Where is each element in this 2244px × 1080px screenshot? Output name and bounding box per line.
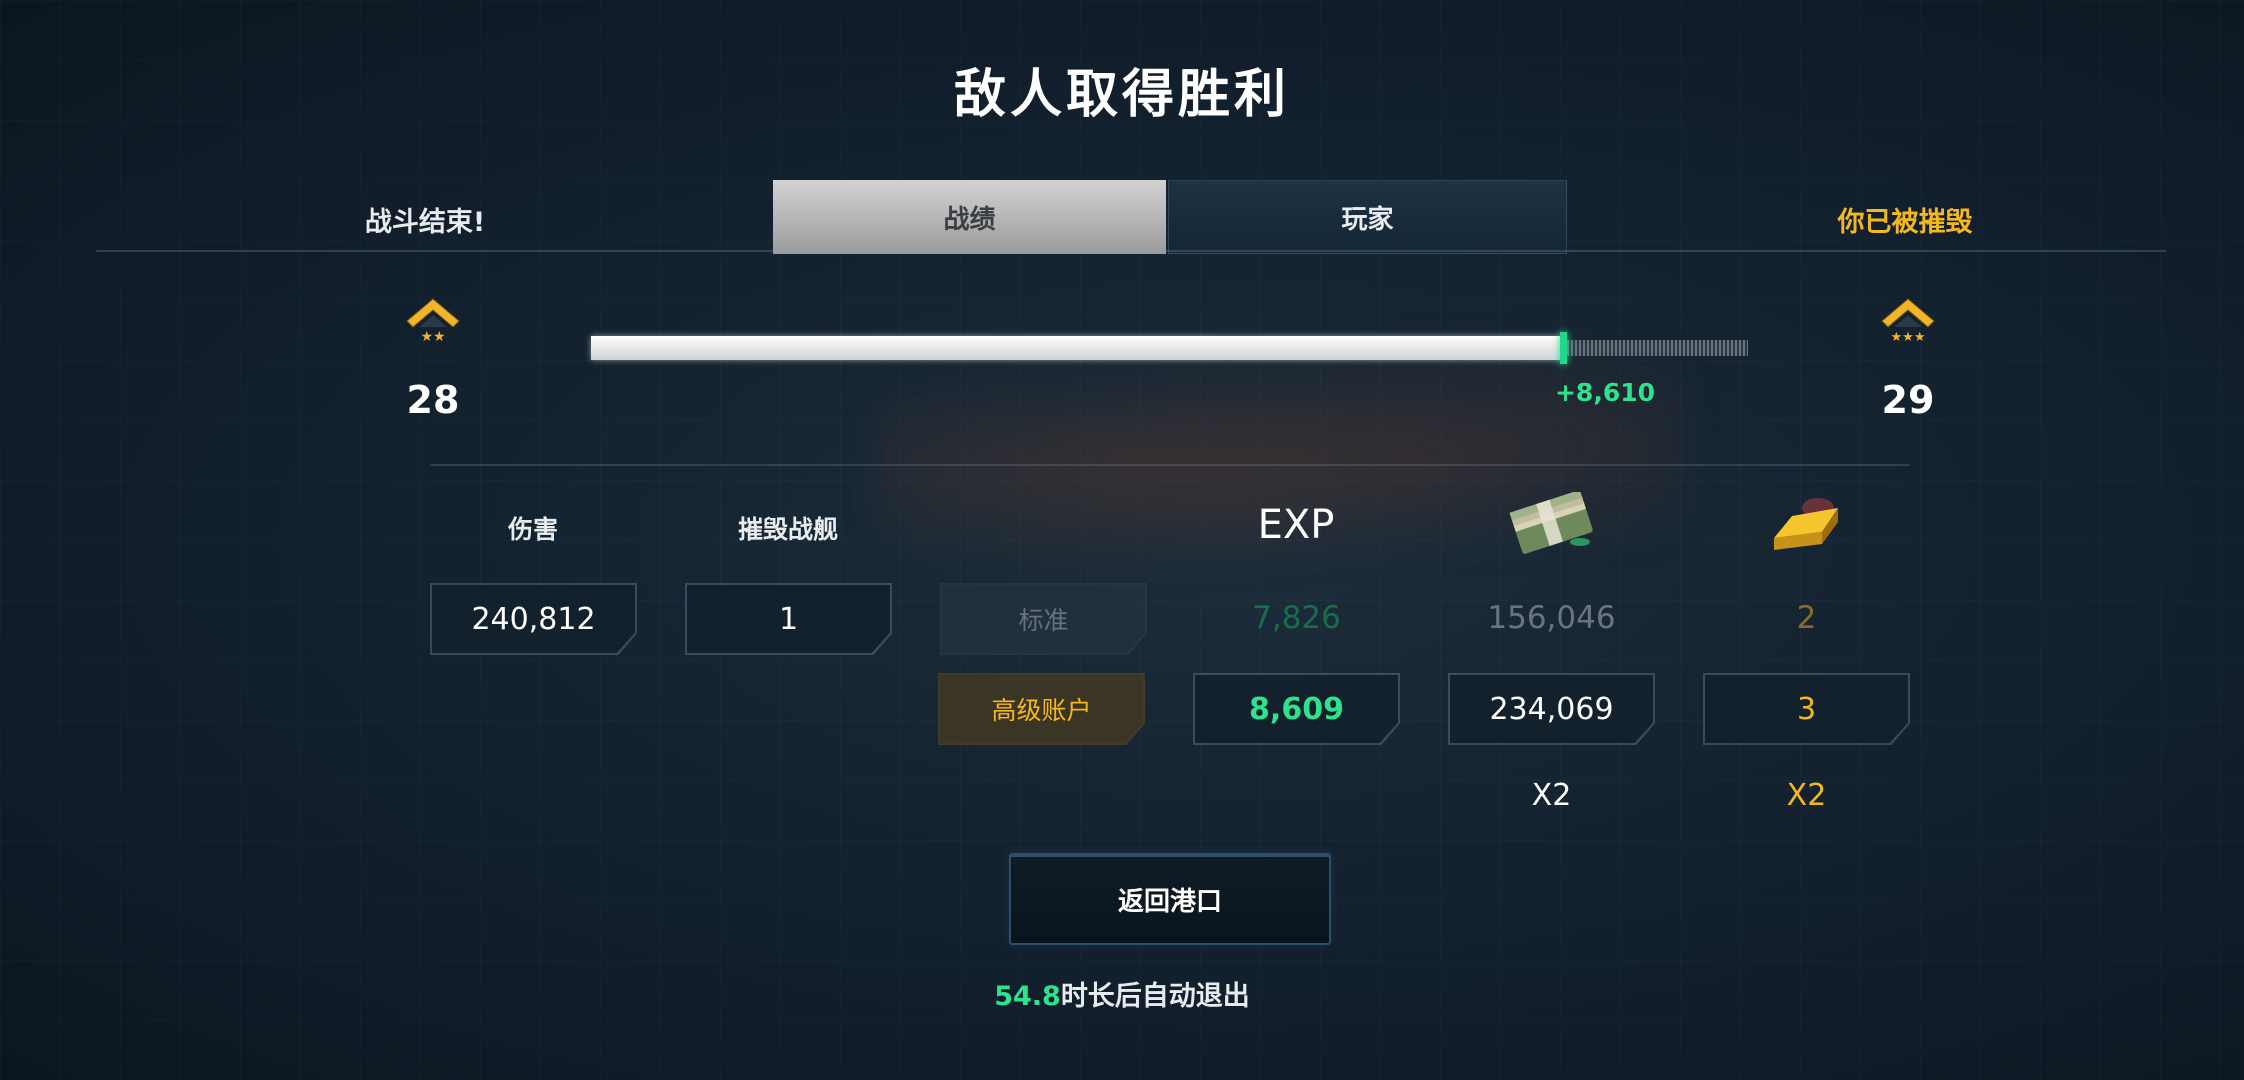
destroyed-status: 你已被摧毁 — [1837, 207, 1973, 238]
premium-money: 234,069 — [1450, 675, 1653, 743]
xp-bar-marker — [1560, 332, 1567, 364]
kills-value: 1 — [687, 585, 890, 653]
tab-stats[interactable]: 战绩 — [773, 180, 1166, 254]
premium-label: 高级账户 — [940, 675, 1143, 743]
premium-gold: 3 — [1705, 675, 1908, 743]
damage-label: 伤害 — [507, 515, 558, 544]
premium-exp: 8,609 — [1195, 675, 1398, 743]
premium-money-cell: 234,069 — [1448, 673, 1655, 745]
rank-chevron-icon: ★★ — [403, 293, 463, 349]
standard-money: 156,046 — [1487, 600, 1616, 636]
kills-label: 摧毁战舰 — [737, 515, 838, 544]
money-multiplier: X2 — [1531, 778, 1572, 813]
xp-gain: +8,610 — [1554, 378, 1656, 407]
damage-value-cell: 240,812 — [430, 583, 637, 655]
gold-bar-icon — [1764, 494, 1848, 560]
svg-text:★★★: ★★★ — [1891, 330, 1926, 345]
premium-exp-cell: 8,609 — [1193, 673, 1400, 745]
premium-label-cell: 高级账户 — [938, 673, 1145, 745]
header-divider — [96, 250, 2166, 252]
exp-header: EXP — [1257, 502, 1335, 548]
next-level: 29 — [1881, 378, 1935, 422]
xp-progress-bar — [591, 332, 1748, 364]
gold-multiplier: X2 — [1786, 778, 1827, 813]
rank-chevron-icon: ★★★ — [1878, 293, 1938, 349]
result-title: 敌人取得胜利 — [953, 65, 1290, 125]
battle-over-label: 战斗结束! — [364, 207, 486, 238]
standard-label-cell: 标准 — [940, 583, 1147, 655]
cash-stack-icon — [1508, 489, 1598, 562]
auto-exit-countdown: 54.8时长后自动退出 — [0, 974, 2244, 1013]
auto-exit-text: 时长后自动退出 — [1060, 981, 1250, 1012]
tab-players[interactable]: 玩家 — [1168, 180, 1567, 254]
section-divider — [430, 464, 1910, 466]
svg-text:★★: ★★ — [420, 329, 445, 345]
standard-label: 标准 — [942, 585, 1145, 653]
current-level: 28 — [406, 378, 460, 422]
countdown-value: 54.8 — [994, 981, 1061, 1012]
damage-value: 240,812 — [432, 585, 635, 653]
standard-gold: 2 — [1796, 600, 1817, 636]
premium-gold-cell: 3 — [1703, 673, 1910, 745]
xp-bar-fill — [591, 336, 1563, 360]
standard-exp: 7,826 — [1252, 600, 1341, 636]
kills-value-cell: 1 — [685, 583, 892, 655]
return-to-port-button[interactable]: 返回港口 — [1009, 853, 1331, 945]
